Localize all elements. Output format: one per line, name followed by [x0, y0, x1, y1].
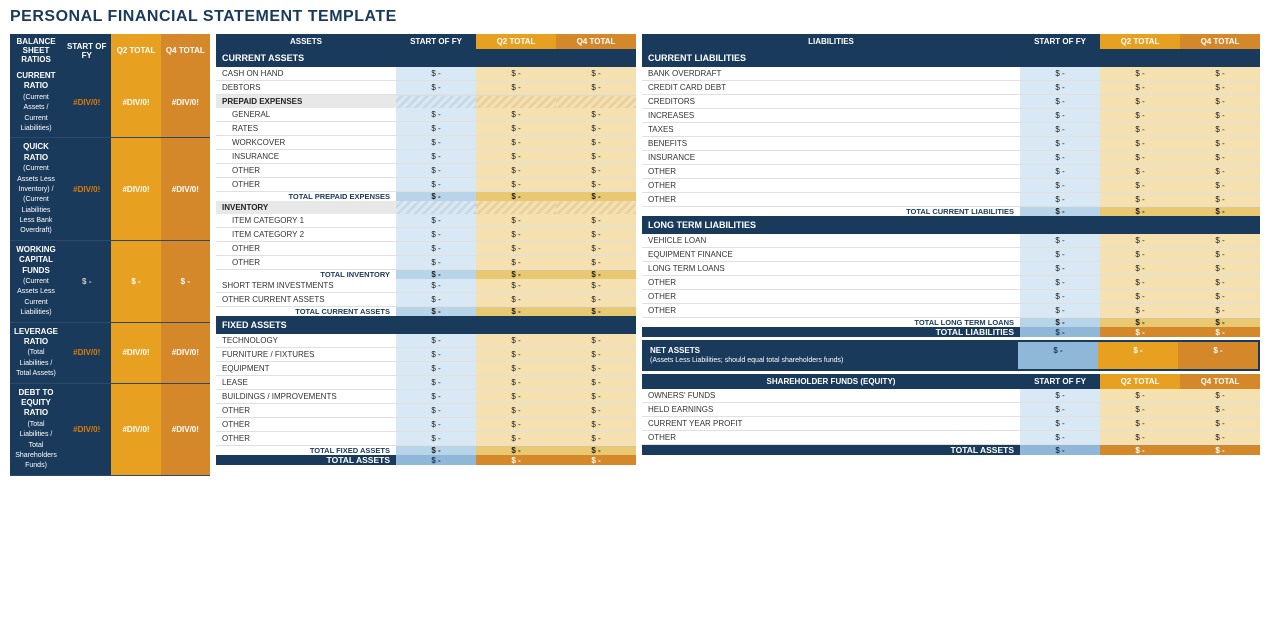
equity-col-q4: Q4 TOTAL: [1180, 374, 1260, 389]
ratios-col-start: START OF FY: [62, 34, 111, 67]
table-row: SHORT TERM INVESTMENTS $ - $ - $ -: [216, 279, 636, 293]
table-row: OTHER $ - $ - $ -: [216, 418, 636, 432]
table-row: CASH ON HAND $ - $ - $ -: [216, 67, 636, 81]
table-row: INSURANCE $ - $ - $ -: [642, 151, 1260, 165]
grand-total-row: TOTAL LIABILITIES $ - $ - $ -: [642, 327, 1260, 337]
liabilities-header: LIABILITIES: [642, 34, 1020, 49]
subtotal-row: TOTAL PREPAID EXPENSES $ - $ - $ -: [216, 192, 636, 202]
table-row: OTHER $ - $ - $ -: [642, 193, 1260, 207]
assets-header: ASSETS: [216, 34, 396, 49]
subtotal-row: TOTAL INVENTORY $ - $ - $ -: [216, 270, 636, 280]
table-row: TAXES $ - $ - $ -: [642, 123, 1260, 137]
net-assets-q2: $ -: [1098, 342, 1178, 369]
table-row: OTHER $ - $ - $ -: [642, 304, 1260, 318]
table-row: TECHNOLOGY $ - $ - $ -: [216, 334, 636, 348]
subtotal-row: TOTAL LONG TERM LOANS $ - $ - $ -: [642, 318, 1260, 328]
table-row: OTHER $ - $ - $ -: [216, 242, 636, 256]
section-header-row: FIXED ASSETS: [216, 316, 636, 334]
page-title: PERSONAL FINANCIAL STATEMENT TEMPLATE: [10, 8, 1260, 26]
equity-col-q2: Q2 TOTAL: [1100, 374, 1180, 389]
table-row: FURNITURE / FIXTURES $ - $ - $ -: [216, 348, 636, 362]
net-assets-row: NET ASSETS (Assets Less Liabilities; sho…: [644, 342, 1258, 369]
main-layout: BALANCE SHEET RATIOS START OF FY Q2 TOTA…: [10, 34, 1260, 476]
table-row: OTHER $ - $ - $ -: [642, 431, 1260, 445]
assets-col-start: START OF FY: [396, 34, 476, 49]
ratios-col-q2: Q2 TOTAL: [111, 34, 160, 67]
equity-col-start: START OF FY: [1020, 374, 1100, 389]
section-header-row: CURRENT LIABILITIES: [642, 49, 1260, 67]
liabilities-col-start: START OF FY: [1020, 34, 1100, 49]
table-row: OWNERS' FUNDS $ - $ - $ -: [642, 389, 1260, 403]
table-row: OTHER CURRENT ASSETS $ - $ - $ -: [216, 293, 636, 307]
liabilities-col-q2: Q2 TOTAL: [1100, 34, 1180, 49]
net-assets-q4: $ -: [1178, 342, 1258, 369]
table-row: INCREASES $ - $ - $ -: [642, 109, 1260, 123]
net-assets-header: NET ASSETS: [650, 346, 1012, 356]
grand-total-row: TOTAL ASSETS $ - $ - $ -: [216, 455, 636, 465]
shareholder-funds-table: SHAREHOLDER FUNDS (EQUITY) START OF FY Q…: [642, 374, 1260, 455]
table-row: INSURANCE $ - $ - $ -: [216, 150, 636, 164]
table-row: OTHER $ - $ - $ -: [216, 256, 636, 270]
subtotal-row: TOTAL FIXED ASSETS $ - $ - $ -: [216, 446, 636, 456]
ratio-row: DEBT TO EQUITY RATIO(Total Liabilities /…: [10, 383, 210, 475]
ratio-row: CURRENT RATIO(Current Assets / Current L…: [10, 67, 210, 138]
table-row: HELD EARNINGS $ - $ - $ -: [642, 403, 1260, 417]
table-row: OTHER $ - $ - $ -: [642, 165, 1260, 179]
assets-col-q2: Q2 TOTAL: [476, 34, 556, 49]
table-row: ITEM CATEGORY 1 $ - $ - $ -: [216, 214, 636, 228]
assets-col-q4: Q4 TOTAL: [556, 34, 636, 49]
table-row: WORKCOVER $ - $ - $ -: [216, 136, 636, 150]
table-row: LONG TERM LOANS $ - $ - $ -: [642, 262, 1260, 276]
table-row: OTHER $ - $ - $ -: [216, 178, 636, 192]
table-row: LEASE $ - $ - $ -: [216, 376, 636, 390]
subtotal-row: TOTAL CURRENT LIABILITIES $ - $ - $ -: [642, 207, 1260, 217]
category-header-row: INVENTORY: [216, 201, 636, 214]
grand-total-row: TOTAL ASSETS $ - $ - $ -: [642, 445, 1260, 456]
category-header-row: PREPAID EXPENSES: [216, 95, 636, 109]
table-row: VEHICLE LOAN $ - $ - $ -: [642, 234, 1260, 248]
table-row: OTHER $ - $ - $ -: [642, 276, 1260, 290]
table-row: BANK OVERDRAFT $ - $ - $ -: [642, 67, 1260, 81]
balance-sheet-ratios-panel: BALANCE SHEET RATIOS START OF FY Q2 TOTA…: [10, 34, 210, 476]
section-header-row: CURRENT ASSETS: [216, 49, 636, 67]
table-row: CREDITORS $ - $ - $ -: [642, 95, 1260, 109]
table-row: OTHER $ - $ - $ -: [216, 404, 636, 418]
table-row: DEBTORS $ - $ - $ -: [216, 81, 636, 95]
table-row: OTHER $ - $ - $ -: [216, 432, 636, 446]
net-assets-sub: (Assets Less Liabilities; should equal t…: [650, 356, 1012, 365]
table-row: BENEFITS $ - $ - $ -: [642, 137, 1260, 151]
table-row: OTHER $ - $ - $ -: [642, 290, 1260, 304]
table-row: RATES $ - $ - $ -: [216, 122, 636, 136]
ratios-header: BALANCE SHEET RATIOS: [10, 34, 62, 67]
ratio-row: WORKING CAPITAL FUNDS(Current Assets Les…: [10, 240, 210, 322]
liabilities-panel: LIABILITIES START OF FY Q2 TOTAL Q4 TOTA…: [642, 34, 1260, 455]
ratio-row: LEVERAGE RATIO(Total Liabilities / Total…: [10, 322, 210, 383]
table-row: OTHER $ - $ - $ -: [642, 179, 1260, 193]
page: PERSONAL FINANCIAL STATEMENT TEMPLATE BA…: [0, 0, 1270, 484]
table-row: CREDIT CARD DEBT $ - $ - $ -: [642, 81, 1260, 95]
table-row: ITEM CATEGORY 2 $ - $ - $ -: [216, 228, 636, 242]
net-assets-start: $ -: [1018, 342, 1098, 369]
table-row: EQUIPMENT FINANCE $ - $ - $ -: [642, 248, 1260, 262]
table-row: GENERAL $ - $ - $ -: [216, 108, 636, 122]
subtotal-row: TOTAL CURRENT ASSETS $ - $ - $ -: [216, 307, 636, 317]
section-header-row: LONG TERM LIABILITIES: [642, 216, 1260, 234]
net-assets-label: NET ASSETS (Assets Less Liabilities; sho…: [644, 342, 1018, 369]
equity-header: SHAREHOLDER FUNDS (EQUITY): [642, 374, 1020, 389]
table-row: EQUIPMENT $ - $ - $ -: [216, 362, 636, 376]
table-row: BUILDINGS / IMPROVEMENTS $ - $ - $ -: [216, 390, 636, 404]
net-assets-section: NET ASSETS (Assets Less Liabilities; sho…: [642, 340, 1260, 371]
ratios-col-q4: Q4 TOTAL: [161, 34, 210, 67]
liabilities-col-q4: Q4 TOTAL: [1180, 34, 1260, 49]
ratio-row: QUICK RATIO(Current Assets Less Inventor…: [10, 138, 210, 241]
table-row: OTHER $ - $ - $ -: [216, 164, 636, 178]
table-row: CURRENT YEAR PROFIT $ - $ - $ -: [642, 417, 1260, 431]
assets-panel: ASSETS START OF FY Q2 TOTAL Q4 TOTAL CUR…: [216, 34, 636, 465]
